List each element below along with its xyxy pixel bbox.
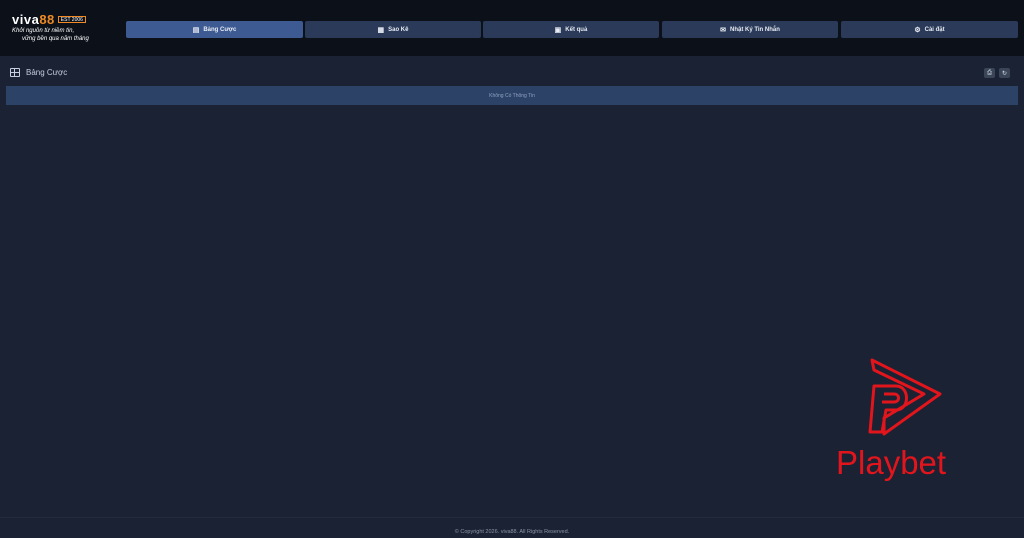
tab-sao-ke[interactable]: ▦ Sao Kê — [305, 21, 481, 38]
footer-divider — [0, 517, 1024, 518]
tab-ket-qua[interactable]: ▣ Kết quả — [483, 21, 659, 38]
logo-wordmark: viva88 — [12, 12, 55, 27]
est-badge: EST 2006 — [57, 16, 86, 23]
tab-label: Kết quả — [565, 26, 588, 33]
envelope-icon: ✉ — [720, 26, 726, 34]
tab-nhat-ky-tin-nhan[interactable]: ✉ Nhật Ký Tin Nhắn — [662, 21, 838, 38]
tab-label: Nhật Ký Tin Nhắn — [729, 26, 780, 33]
playbet-wordmark: Playbet — [836, 444, 946, 481]
pane-title: Bảng Cược — [10, 68, 67, 77]
footer-copyright: © Copyright 2026. viva88. All Rights Res… — [454, 529, 570, 535]
pane-title-text: Bảng Cược — [26, 68, 68, 77]
refresh-icon: ↻ — [1001, 70, 1008, 77]
tab-label: Cài đặt — [924, 26, 945, 33]
printer-icon: ⎙ — [987, 69, 992, 76]
viva88-logo[interactable]: viva88 EST 2006 Khởi nguồn từ niềm tin, … — [12, 12, 122, 46]
results-icon: ▣ — [554, 26, 562, 34]
table-icon: ▤ — [192, 26, 200, 34]
slogan-line-2: vững bền qua năm tháng — [22, 36, 89, 42]
document-icon: ▦ — [377, 26, 385, 34]
tab-cai-dat[interactable]: ⚙ Cài đặt — [841, 21, 1018, 38]
print-button[interactable]: ⎙ — [984, 68, 995, 78]
p-letter-inner — [882, 392, 900, 404]
table-icon — [10, 68, 20, 77]
playbet-watermark: Playbet — [836, 358, 946, 481]
tab-label: Sao Kê — [388, 26, 409, 33]
gear-icon: ⚙ — [914, 26, 921, 34]
empty-state-text: Không Có Thông Tin — [489, 92, 535, 99]
tab-bang-cuoc[interactable]: ▤ Bảng Cược — [126, 21, 303, 38]
tab-label: Bảng Cược — [203, 26, 237, 33]
empty-state-bar: Không Có Thông Tin — [6, 86, 1018, 105]
slogan-line-1: Khởi nguồn từ niềm tin, — [12, 28, 75, 34]
refresh-button[interactable]: ↻ — [999, 68, 1010, 78]
top-bar: viva88 EST 2006 Khởi nguồn từ niềm tin, … — [0, 0, 1024, 56]
